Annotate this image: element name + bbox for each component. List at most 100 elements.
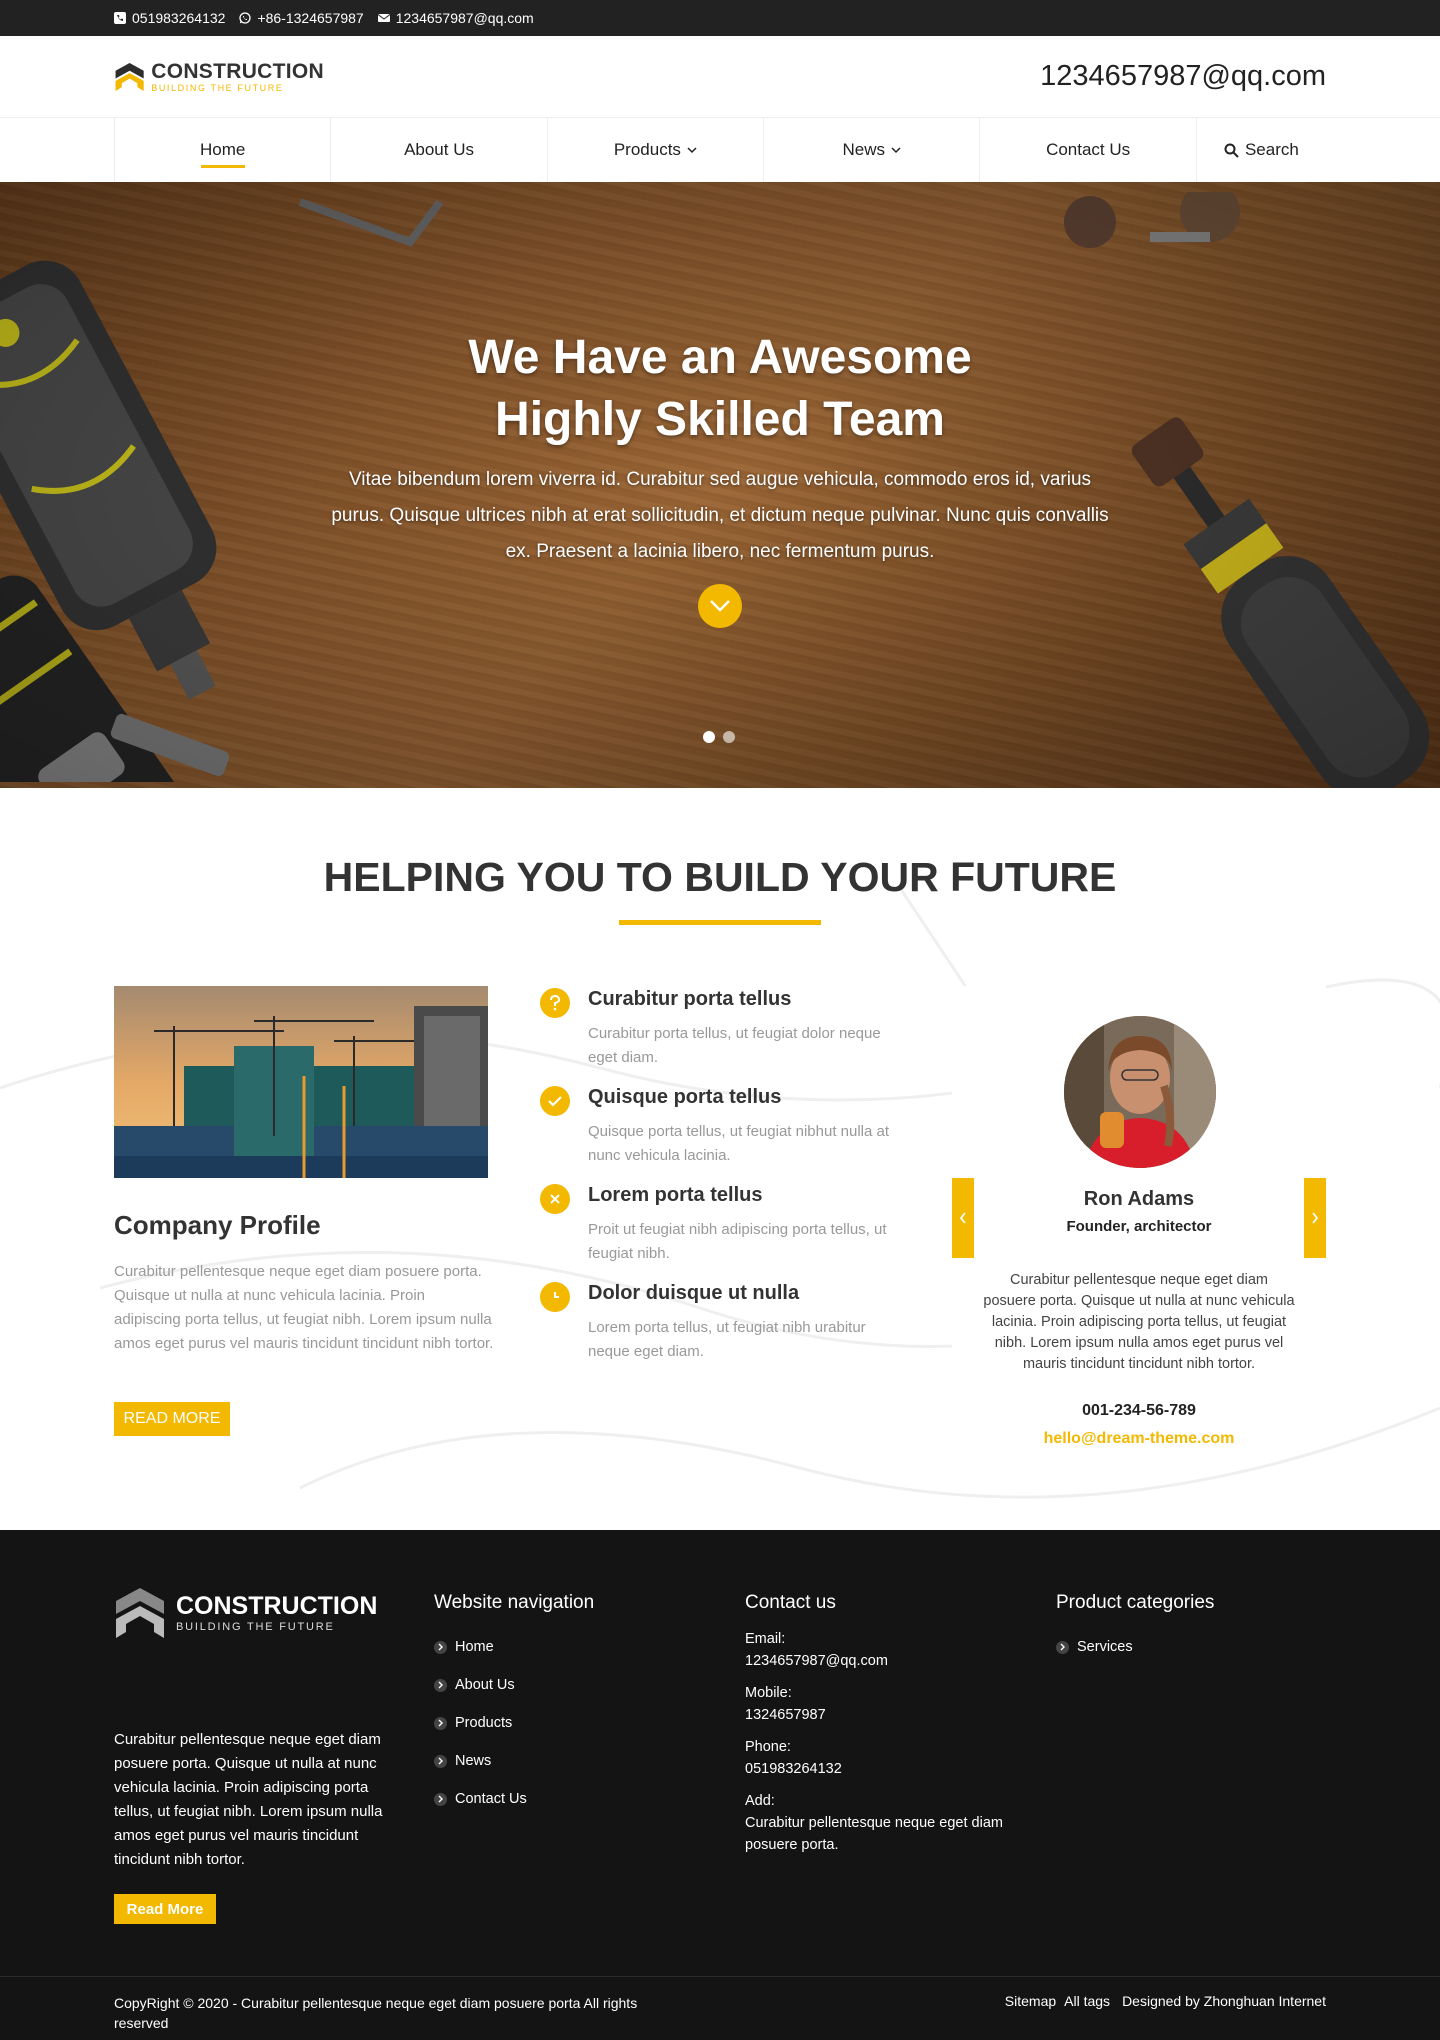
footer-link-news[interactable]: News	[434, 1742, 594, 1780]
nav-item-products[interactable]: Products	[546, 118, 763, 182]
topbar-email[interactable]: 1234657987@qq.com	[377, 10, 534, 26]
close-icon	[540, 1184, 570, 1214]
header: CONSTRUCTION BUILDING THE FUTURE 1234657…	[0, 36, 1440, 118]
chevron-right-small-icon	[434, 1716, 447, 1730]
hero-scroll-button[interactable]	[698, 584, 742, 628]
footer-contact-column: Contact us Email: 1234657987@qq.com Mobi…	[745, 1592, 1025, 1866]
contact-email-label: Email:	[745, 1631, 786, 1647]
chevron-down-icon	[891, 147, 901, 154]
page: 051983264132 +86-1324657987 1234657987@q…	[0, 0, 1440, 2040]
carousel-next-button[interactable]	[1304, 1178, 1326, 1258]
nav-item-label: About Us	[404, 140, 474, 159]
nav-item-news[interactable]: News	[763, 118, 979, 182]
contact-mobile-value: 1324657987	[745, 1707, 826, 1723]
chevron-right-small-icon	[1056, 1640, 1069, 1654]
feature-title: Quisque porta tellus	[588, 1086, 782, 1108]
feature-title: Curabitur porta tellus	[588, 988, 792, 1010]
designed-by-link[interactable]: Designed by Zhonghuan Internet	[1122, 1993, 1326, 2009]
hero-title: We Have an Awesome Highly Skilled Team	[0, 327, 1440, 451]
logo-title: CONSTRUCTION	[151, 60, 324, 83]
contact-email-value[interactable]: 1234657987@qq.com	[745, 1650, 1025, 1672]
copyright-text: CopyRight © 2020 - Curabitur pellentesqu…	[114, 1995, 638, 2031]
feature-text: Proit ut feugiat nibh adipiscing porta t…	[588, 1221, 887, 1262]
read-more-button[interactable]: READ MORE	[114, 1402, 230, 1436]
team-member-bio: Curabitur pellentesque neque eget diam p…	[983, 1272, 1295, 1372]
nav-item-contact[interactable]: Contact Us	[979, 118, 1195, 182]
feature-title: Dolor duisque ut nulla	[588, 1282, 800, 1304]
topbar-phone[interactable]: 051983264132	[114, 10, 225, 26]
footer-link-label: Products	[455, 1715, 513, 1731]
footer-nav-heading: Website navigation	[434, 1592, 595, 1613]
footer-nav-column: Website navigation Home About Us Product…	[434, 1592, 594, 1818]
company-profile-text: Curabitur pellentesque neque eget diam p…	[114, 1263, 494, 1352]
feature-item: Quisque porta tellus Quisque porta tellu…	[540, 1086, 900, 1176]
contact-phone-label: Phone:	[745, 1739, 791, 1755]
hero-title-line2: Highly Skilled Team	[495, 393, 945, 446]
footer-products-column: Product categories Services	[1056, 1592, 1214, 1666]
feature-section: HELPING YOU TO BUILD YOUR FUTURE Company…	[0, 788, 1440, 1530]
sitemap-link[interactable]: Sitemap	[1005, 1993, 1056, 2009]
phone-icon	[114, 12, 126, 24]
slider-dot[interactable]	[703, 731, 715, 743]
nav-item-home[interactable]: Home	[114, 118, 330, 182]
logo-mark-icon	[115, 62, 144, 92]
avatar-art	[1064, 1016, 1216, 1168]
nav-item-label: Contact Us	[1046, 140, 1131, 159]
topbar-phone-text: 051983264132	[132, 10, 226, 26]
contact-phone-value: 051983264132	[745, 1761, 842, 1777]
nav-item-about[interactable]: About Us	[330, 118, 546, 182]
top-bar: 051983264132 +86-1324657987 1234657987@q…	[0, 0, 1440, 36]
footer-about-text: Curabitur pellentesque neque eget diam p…	[114, 1731, 383, 1868]
contact-address-label: Add:	[745, 1793, 775, 1809]
clock-icon	[540, 1282, 570, 1312]
chevron-left-icon	[959, 1212, 966, 1224]
footer-logo[interactable]: CONSTRUCTION BUILDING THE FUTURE	[114, 1586, 377, 1640]
team-member-email[interactable]: hello@dream-theme.com	[952, 1430, 1326, 1448]
footer-link-services[interactable]: Services	[1056, 1628, 1214, 1666]
construction-site-image-art	[114, 986, 488, 1178]
logo-tagline: BUILDING THE FUTURE	[151, 83, 284, 93]
footer-products-heading: Product categories	[1056, 1592, 1215, 1613]
footer-read-more-button[interactable]: Read More	[114, 1894, 216, 1924]
hero-title-line1: We Have an Awesome	[468, 331, 972, 384]
contact-mobile-label: Mobile:	[745, 1685, 792, 1701]
footer-contact-heading: Contact us	[745, 1592, 836, 1613]
avatar	[1064, 1016, 1216, 1168]
topbar-whatsapp[interactable]: +86-1324657987	[239, 10, 364, 26]
footer-link-about[interactable]: About Us	[434, 1666, 594, 1704]
carousel-prev-button[interactable]	[952, 1178, 974, 1258]
slider-dot[interactable]	[723, 731, 735, 743]
company-profile-title: Company Profile	[114, 1210, 321, 1240]
team-member-role: Founder, architector	[1066, 1218, 1212, 1235]
feature-text: Lorem porta tellus, ut feugiat nibh urab…	[588, 1319, 866, 1360]
check-icon	[540, 1086, 570, 1116]
contact-address-value: Curabitur pellentesque neque eget diam p…	[745, 1815, 1003, 1853]
topbar-email-text: 1234657987@qq.com	[395, 10, 534, 26]
footer-link-contact[interactable]: Contact Us	[434, 1780, 594, 1818]
chevron-down-icon	[710, 600, 730, 612]
slider-dots	[703, 731, 735, 743]
team-card: Ron Adams Founder, architector Curabitur…	[952, 986, 1326, 1448]
footer-link-label: News	[455, 1753, 492, 1769]
footer-link-label: Services	[1077, 1639, 1133, 1655]
feature-item: Curabitur porta tellus Curabitur porta t…	[540, 988, 900, 1078]
header-email[interactable]: 1234657987@qq.com	[1040, 60, 1326, 93]
nav-item-label: News	[842, 140, 886, 159]
chevron-right-small-icon	[434, 1792, 447, 1806]
footer: CONSTRUCTION BUILDING THE FUTURE Curabit…	[0, 1530, 1440, 2040]
team-member-phone: 001-234-56-789	[1082, 1402, 1196, 1419]
feature-item: Lorem porta tellus Proit ut feugiat nibh…	[540, 1184, 900, 1274]
chevron-right-small-icon	[434, 1640, 447, 1654]
chevron-right-small-icon	[434, 1754, 447, 1768]
feature-item: Dolor duisque ut nulla Lorem porta tellu…	[540, 1282, 900, 1372]
footer-link-home[interactable]: Home	[434, 1628, 594, 1666]
all-tags-link[interactable]: All tags	[1064, 1993, 1110, 2009]
hero-subtitle: Vitae bibendum lorem viverra id. Curabit…	[331, 469, 1109, 562]
footer-link-label: Home	[455, 1639, 494, 1655]
footer-link-products[interactable]: Products	[434, 1704, 594, 1742]
site-logo[interactable]: CONSTRUCTION BUILDING THE FUTURE	[114, 56, 324, 98]
nav-item-search[interactable]: Search	[1195, 118, 1326, 182]
title-underline	[619, 920, 821, 925]
whatsapp-icon	[239, 12, 252, 24]
chevron-down-icon	[687, 147, 697, 154]
